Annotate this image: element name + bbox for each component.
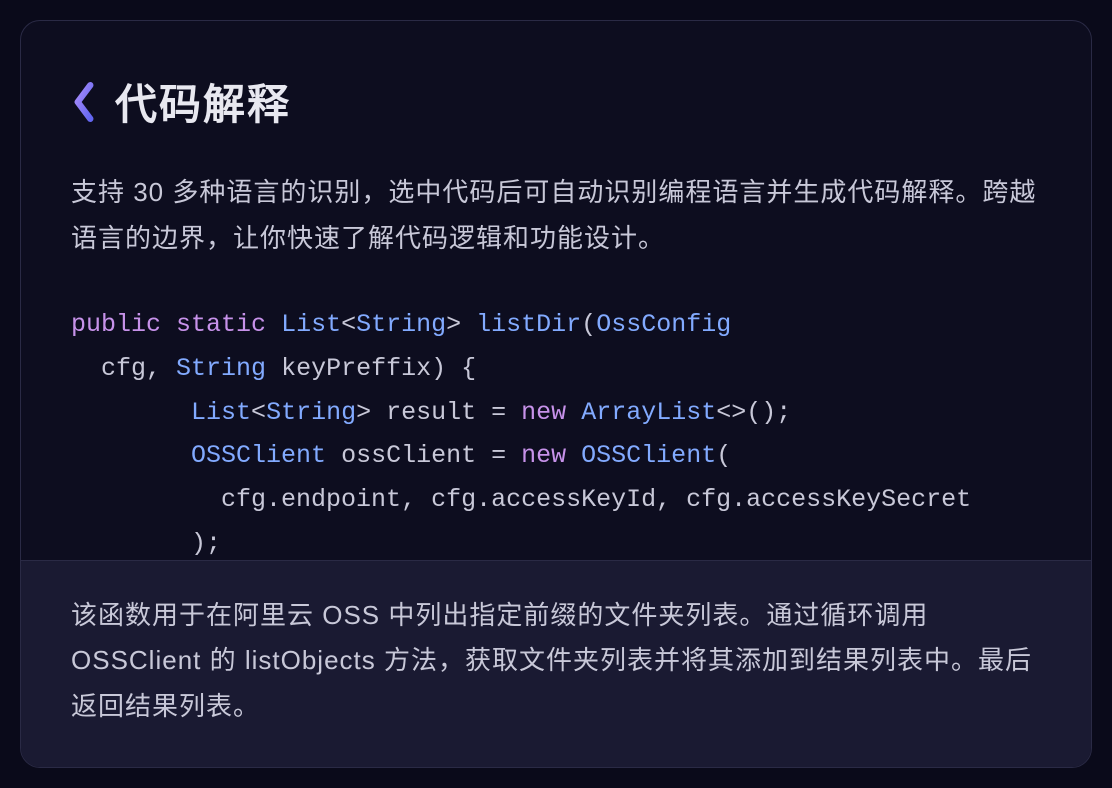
code-type: OSSClient bbox=[191, 441, 326, 470]
code-punct: = bbox=[491, 398, 521, 427]
code-punct: ( bbox=[716, 441, 731, 470]
code-punct: > bbox=[446, 310, 461, 339]
code-punct: < bbox=[251, 398, 266, 427]
chevron-left-icon bbox=[71, 81, 97, 123]
code-punct: , bbox=[656, 485, 686, 514]
code-type: String bbox=[356, 310, 446, 339]
code-type: String bbox=[266, 398, 356, 427]
code-keyword: new bbox=[521, 398, 566, 427]
card-header: 代码解释 bbox=[71, 71, 1041, 132]
code-keyword: new bbox=[521, 441, 566, 470]
code-type: String bbox=[176, 354, 266, 383]
code-keyword: static bbox=[176, 310, 266, 339]
code-type: List bbox=[191, 398, 251, 427]
code-var: cfg bbox=[101, 354, 146, 383]
code-punct: > bbox=[356, 398, 371, 427]
code-punct: = bbox=[491, 441, 521, 470]
code-punct: ); bbox=[191, 529, 221, 558]
code-var: cfg.endpoint bbox=[221, 485, 401, 514]
code-method: listDir bbox=[476, 310, 581, 339]
card-description: 支持 30 多种语言的识别，选中代码后可自动识别编程语言并生成代码解释。跨越语言… bbox=[71, 170, 1041, 261]
code-punct: , bbox=[401, 485, 431, 514]
code-punct: <>(); bbox=[716, 398, 791, 427]
code-explanation-card: 代码解释 支持 30 多种语言的识别，选中代码后可自动识别编程语言并生成代码解释… bbox=[20, 20, 1092, 768]
code-var: keyPreffix bbox=[281, 354, 431, 383]
code-punct: ) { bbox=[431, 354, 476, 383]
code-var: result bbox=[386, 398, 476, 427]
code-type: OssConfig bbox=[596, 310, 731, 339]
card-title: 代码解释 bbox=[115, 71, 291, 132]
code-type: List bbox=[281, 310, 341, 339]
code-type: ArrayList bbox=[581, 398, 716, 427]
code-var: cfg.accessKeySecret bbox=[686, 485, 971, 514]
code-punct: ( bbox=[581, 310, 596, 339]
explanation-footer: 该函数用于在阿里云 OSS 中列出指定前缀的文件夹列表。通过循环调用 OSSCl… bbox=[21, 560, 1091, 768]
explanation-text: 该函数用于在阿里云 OSS 中列出指定前缀的文件夹列表。通过循环调用 OSSCl… bbox=[71, 593, 1041, 730]
code-punct: , bbox=[146, 354, 176, 383]
code-var: cfg.accessKeyId bbox=[431, 485, 656, 514]
code-type: OSSClient bbox=[581, 441, 716, 470]
code-block: public static List<String> listDir(OssCo… bbox=[71, 303, 1041, 560]
code-punct: < bbox=[341, 310, 356, 339]
card-content: 代码解释 支持 30 多种语言的识别，选中代码后可自动识别编程语言并生成代码解释… bbox=[21, 21, 1091, 560]
code-keyword: public bbox=[71, 310, 161, 339]
code-var: ossClient bbox=[341, 441, 476, 470]
